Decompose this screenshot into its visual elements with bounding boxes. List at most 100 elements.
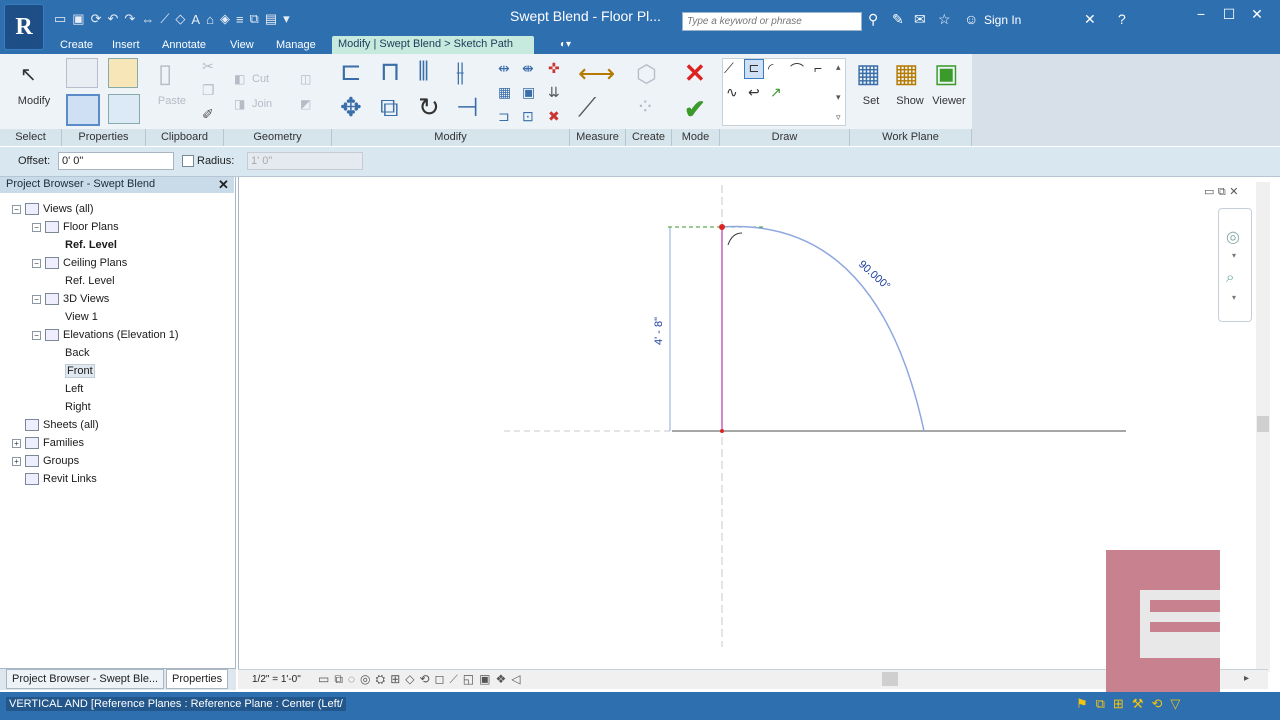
text-icon[interactable]: A — [191, 12, 200, 27]
copy-element-icon[interactable]: ⧉ — [380, 92, 399, 124]
binoculars-icon[interactable]: ⚲ — [868, 11, 878, 28]
align-icon[interactable]: ⊏ — [340, 56, 362, 87]
type-properties-icon[interactable] — [108, 58, 138, 88]
tab-annotate[interactable]: Annotate — [154, 37, 214, 54]
browser-node[interactable]: Ref. Level — [52, 236, 117, 254]
tab-create[interactable]: Create — [52, 37, 101, 54]
center-arc-icon[interactable]: ⌒ — [790, 60, 804, 80]
tree-toggle-icon[interactable]: + — [12, 456, 21, 466]
zoom-dropdown-icon[interactable]: ▾ — [1232, 293, 1236, 302]
tab-project-browser[interactable]: Project Browser - Swept Ble... — [6, 669, 164, 689]
sync-icon[interactable]: ⟳ — [91, 11, 102, 27]
draw-more-icon[interactable]: ▿ — [836, 112, 841, 123]
radius-checkbox[interactable] — [182, 155, 194, 167]
scale-icon[interactable]: ▣ — [522, 84, 535, 101]
minimize-icon[interactable]: − — [1188, 6, 1214, 26]
properties-icon[interactable] — [66, 94, 100, 126]
application-menu-button[interactable]: R — [4, 4, 44, 50]
tab-modify-sketch-path[interactable]: Modify | Swept Blend > Sketch Path — [332, 36, 534, 55]
fillet-arc-icon[interactable]: ⌐ — [814, 60, 822, 76]
rotate-icon[interactable]: ↻ — [418, 92, 440, 123]
favorites-icon[interactable]: ☆ — [938, 11, 951, 28]
qat-dropdown-icon[interactable]: ▾ — [283, 11, 290, 27]
pin-icon[interactable]: ✜ — [548, 60, 560, 77]
tree-toggle-icon[interactable]: − — [12, 204, 21, 214]
show-workplane-icon[interactable]: ▦ — [894, 58, 919, 89]
delete-icon[interactable]: ✖ — [548, 108, 560, 125]
tag-icon[interactable]: ◇ — [175, 11, 185, 27]
draw-scroll-up-icon[interactable]: ▴ — [836, 62, 841, 73]
tab-manage[interactable]: Manage — [268, 37, 324, 54]
browser-node[interactable]: − 3D Views — [32, 290, 109, 308]
view-window-controls-icon[interactable]: ▭ ⧉ ✕ — [1204, 185, 1238, 198]
array-icon[interactable]: ▦ — [498, 84, 511, 101]
undo-icon[interactable]: ↶ — [108, 11, 119, 27]
vertical-scroll-thumb[interactable] — [1257, 416, 1269, 432]
browser-node[interactable]: Revit Links — [12, 470, 97, 488]
aligned-dimension-icon[interactable]: ⟋ — [160, 11, 169, 27]
browser-node[interactable]: Sheets (all) — [12, 416, 99, 434]
view-scale[interactable]: 1/2" = 1'-0" — [252, 674, 301, 685]
viewer-button[interactable]: Viewer — [928, 95, 970, 107]
trim-single-icon[interactable]: ⊡ — [522, 108, 534, 125]
browser-node[interactable]: − Ceiling Plans — [32, 254, 127, 272]
split-icon[interactable]: ⇹ — [498, 60, 510, 77]
browser-node[interactable]: Right — [52, 398, 91, 416]
tree-toggle-icon[interactable]: − — [32, 330, 41, 340]
cancel-edit-icon[interactable]: ✕ — [684, 58, 706, 89]
close-icon[interactable]: ✕ — [1244, 6, 1270, 26]
open-icon[interactable]: ▭ — [54, 11, 66, 27]
measure-icon[interactable]: ⇔ — [141, 12, 154, 27]
tangent-arc-icon[interactable]: ↩ — [748, 84, 760, 101]
mirror-axis-icon[interactable]: ⫴ — [418, 56, 429, 88]
help-icon[interactable]: ? — [1118, 11, 1126, 27]
section-icon[interactable]: ◈ — [220, 11, 230, 27]
close-icon[interactable]: ✕ — [218, 177, 229, 193]
move-icon[interactable]: ✥ — [340, 92, 362, 123]
browser-node[interactable]: − Floor Plans — [32, 218, 119, 236]
tree-toggle-icon[interactable]: − — [32, 258, 41, 268]
browser-node[interactable]: + Groups — [12, 452, 79, 470]
browser-node[interactable]: + Families — [12, 434, 84, 452]
save-icon[interactable]: ▣ — [72, 11, 84, 27]
wheel-dropdown-icon[interactable]: ▾ — [1232, 251, 1236, 260]
mirror-draw-icon[interactable]: ⫲ — [456, 56, 464, 88]
draw-scroll-down-icon[interactable]: ▾ — [836, 92, 841, 103]
sign-in-button[interactable]: Sign In — [984, 13, 1021, 27]
ribbon-minimize-icon[interactable]: ◐▾ — [552, 37, 579, 54]
trim-extend-icon[interactable]: ⊣ — [456, 92, 479, 123]
subscription-icon[interactable]: ✎ — [892, 11, 904, 28]
horizontal-scroll-thumb[interactable] — [882, 672, 898, 686]
match-properties-icon[interactable]: ✐ — [202, 106, 214, 123]
sketch-arc-path[interactable] — [721, 225, 925, 432]
set-workplane-button[interactable]: Set — [856, 95, 886, 107]
maximize-icon[interactable]: ☐ — [1216, 6, 1242, 26]
pick-path-icon[interactable]: ↗ — [770, 84, 782, 101]
tab-view[interactable]: View — [222, 37, 262, 54]
default-3d-icon[interactable]: ⌂ — [206, 12, 214, 27]
browser-node[interactable]: View 1 — [52, 308, 98, 326]
family-types-icon[interactable] — [66, 58, 98, 88]
close-hidden-icon[interactable]: ⧉ — [250, 11, 259, 27]
offset-input[interactable]: 0' 0" — [58, 152, 174, 170]
thin-lines-icon[interactable]: ≡ — [236, 12, 244, 27]
trim-multiple-icon[interactable]: ⊐ — [498, 108, 510, 125]
browser-node[interactable]: − Elevations (Elevation 1) — [32, 326, 179, 344]
tree-toggle-icon[interactable]: − — [32, 294, 41, 304]
finish-edit-icon[interactable]: ✔ — [684, 94, 706, 125]
tree-toggle-icon[interactable]: + — [12, 438, 21, 448]
spline-icon[interactable]: ∿ — [726, 84, 738, 101]
aligned-dim-icon[interactable]: ⟋ — [578, 92, 596, 124]
modify-button[interactable]: Modify — [10, 95, 58, 107]
select-panel-label[interactable]: Select — [0, 129, 62, 146]
arc-angle-dimension[interactable]: 90.000° — [856, 258, 892, 292]
browser-node[interactable]: − Views (all) — [12, 200, 94, 218]
redo-icon[interactable]: ↷ — [124, 11, 135, 27]
status-bar-icons[interactable]: ⚑⧉⊞⚒⟲▽ — [1076, 696, 1188, 712]
arc-center-point[interactable] — [720, 429, 724, 433]
arc-start-point[interactable] — [719, 224, 725, 230]
line-tool-icon[interactable]: ⟋ — [724, 60, 734, 77]
viewer-icon[interactable]: ▣ — [934, 58, 959, 89]
unpin-icon[interactable]: ⇊ — [548, 84, 560, 101]
offset-icon[interactable]: ⊓ — [380, 56, 400, 87]
